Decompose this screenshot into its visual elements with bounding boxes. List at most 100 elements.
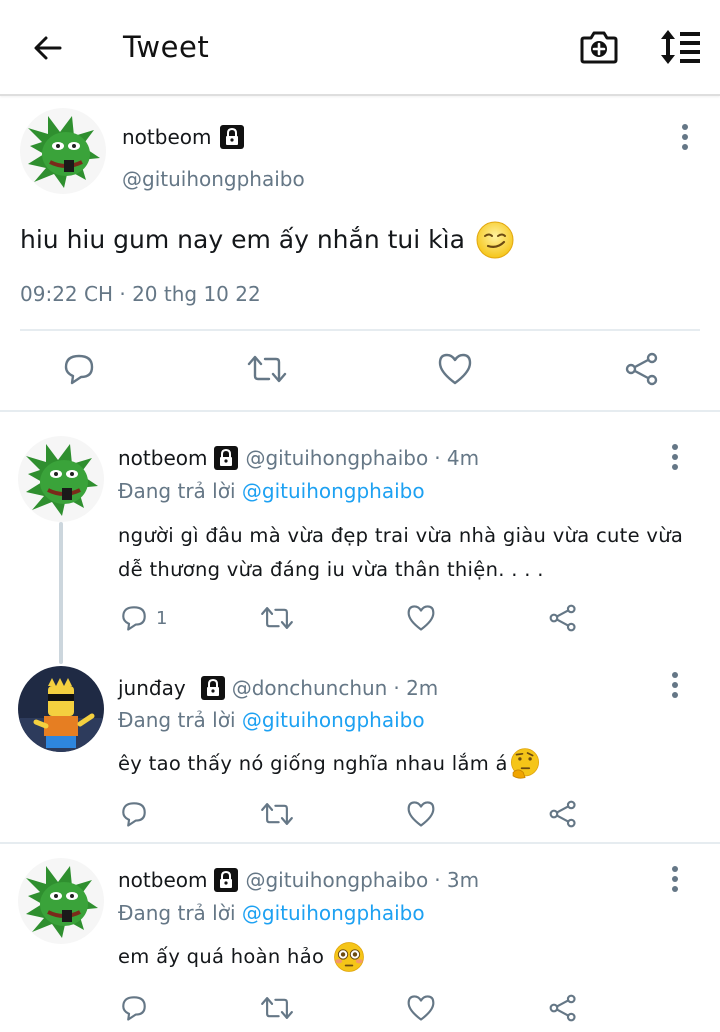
tweet-age: · 2m [393,676,439,700]
replying-to-link[interactable]: @gituihongphaibo [242,708,425,732]
replying-to-prefix: Đang trả lời [118,901,236,925]
retweet-icon [261,607,293,629]
lock-icon [214,446,239,470]
more-options-button[interactable] [673,122,697,152]
reply-button[interactable] [120,994,148,1022]
like-button[interactable] [406,604,436,632]
replying-to-prefix: Đang trả lời [118,479,236,503]
reply-icon [122,802,146,827]
display-name[interactable]: junđay [118,675,186,701]
pepe-avatar-image [20,108,106,194]
heart-icon [407,801,435,827]
sort-icon [661,30,700,64]
share-icon [549,604,576,632]
more-vertical-icon [672,444,678,470]
reply-icon [122,606,146,631]
reply-text: em ấy quá hoàn hảo [118,940,698,974]
reply-button[interactable]: 1 [120,604,167,632]
user-handle[interactable]: @gituihongphaibo [122,166,305,192]
tweet-text-content: hiu hiu gum nay em ấy nhắn tui kìa [20,225,465,254]
display-name[interactable]: notbeom [118,867,207,893]
reply-text-content: em ấy quá hoàn hảo [118,945,325,968]
arrow-left-icon [34,36,62,60]
retweet-icon [261,803,293,825]
tweet-text: hiu hiu gum nay em ấy nhắn tui kìa [20,220,515,260]
replying-to: Đang trả lời @gituihongphaibo [118,478,425,504]
sort-button[interactable] [656,26,704,68]
top-app-bar: Tweet [0,0,720,96]
more-vertical-icon [682,124,688,150]
pepe-avatar-image [18,436,104,522]
lock-icon [214,868,239,892]
like-button[interactable] [437,352,473,386]
share-button[interactable] [548,994,578,1022]
like-button[interactable] [406,800,436,828]
retweet-button[interactable] [260,604,294,632]
back-button[interactable] [28,28,68,68]
avatar[interactable] [18,666,104,752]
divider [20,329,700,331]
heart-icon [407,995,435,1021]
flushed-emoji [334,942,365,972]
user-handle[interactable]: @gituihongphaibo [245,867,428,893]
tweet-action-bar [0,352,720,392]
more-options-button[interactable] [663,670,687,700]
share-icon [549,800,576,828]
more-vertical-icon [672,672,678,698]
camera-plus-icon [580,31,618,64]
page-title: Tweet [123,30,210,64]
reply-header: junđay @donchunchun · 2m [118,675,438,701]
share-button[interactable] [624,352,660,386]
heart-icon [407,605,435,631]
retweet-button[interactable] [260,800,294,828]
avatar[interactable] [18,858,104,944]
user-handle[interactable]: @gituihongphaibo [245,445,428,471]
main-tweet: notbeom @gituihongphaibo hiu hiu gum nay… [0,98,720,412]
reply-text: êy tao thấy nó giống nghĩa nhau lắm á [118,747,698,781]
reply-tweet[interactable]: notbeom @gituihongphaibo · 3m Đang trả l… [0,844,720,1032]
reply-count: 1 [156,607,168,629]
replying-to: Đang trả lời @gituihongphaibo [118,900,425,926]
retweet-icon [247,355,287,383]
replying-to-link[interactable]: @gituihongphaibo [242,479,425,503]
more-options-button[interactable] [663,864,687,894]
reply-header: notbeom @gituihongphaibo · 4m [118,445,479,471]
retweet-button[interactable] [260,994,294,1022]
user-handle[interactable]: @donchunchun [232,675,388,701]
reply-button[interactable] [120,800,148,828]
share-icon [549,994,576,1022]
tweet-age: · 3m [434,868,480,892]
tweet-age: · 4m [434,446,480,470]
replying-to: Đang trả lời @gituihongphaibo [118,707,425,733]
reply-header: notbeom @gituihongphaibo · 3m [118,867,479,893]
lock-icon [220,125,245,149]
reply-icon [122,996,146,1021]
reply-button[interactable] [62,352,96,386]
reply-text-content: êy tao thấy nó giống nghĩa nhau lắm á [118,752,508,775]
lock-icon [200,676,225,700]
replying-to-prefix: Đang trả lời [118,708,236,732]
reply-tweet[interactable]: notbeom @gituihongphaibo · 4m Đang trả l… [0,414,720,644]
avatar[interactable] [20,108,106,194]
like-button[interactable] [406,994,436,1022]
display-name[interactable]: notbeom [118,445,207,471]
retweet-button[interactable] [247,352,287,386]
more-options-button[interactable] [663,442,687,472]
reply-action-bar: 1 [0,604,720,640]
heart-icon [438,353,472,385]
reply-action-bar [0,994,720,1030]
share-button[interactable] [548,604,578,632]
display-name-text: notbeom [122,125,212,149]
smirk-emoji [476,221,514,259]
reply-icon [64,354,94,385]
more-vertical-icon [672,866,678,892]
reply-text: người gì đâu mà vừa đẹp trai vừa nhà già… [118,524,684,581]
share-button[interactable] [548,800,578,828]
display-name[interactable]: notbeom [122,124,245,150]
avatar[interactable] [18,436,104,522]
tweet-timestamp: 09:22 CH · 20 thg 10 22 [20,282,261,306]
reply-tweet[interactable]: junđay @donchunchun · 2m Đang trả lời @g… [0,644,720,842]
camera-button[interactable] [578,26,620,68]
bart-avatar-image [18,666,104,752]
replying-to-link[interactable]: @gituihongphaibo [242,901,425,925]
